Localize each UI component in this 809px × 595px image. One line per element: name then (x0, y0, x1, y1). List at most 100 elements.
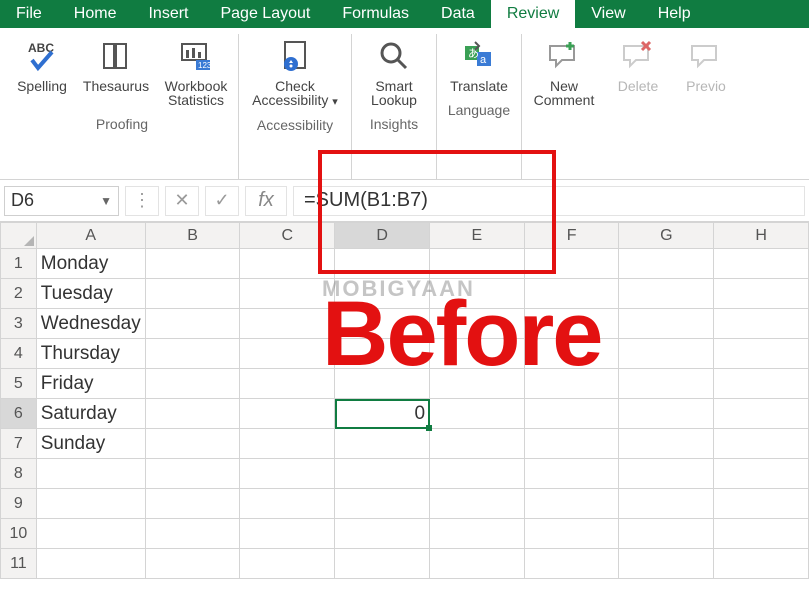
cell-H2[interactable] (714, 279, 809, 309)
translate-button[interactable]: あa Translate (443, 34, 515, 98)
cell-G10[interactable] (619, 519, 714, 549)
cell-A2[interactable]: Tuesday (36, 279, 145, 309)
cell-F6[interactable] (524, 399, 619, 429)
cell-H1[interactable] (714, 249, 809, 279)
cell-C4[interactable] (240, 339, 335, 369)
row-header-8[interactable]: 8 (1, 459, 37, 489)
cell-C3[interactable] (240, 309, 335, 339)
delete-comment-button[interactable]: Delete (608, 34, 668, 98)
row-header-6[interactable]: 6 (1, 399, 37, 429)
cell-D8[interactable] (335, 459, 430, 489)
column-header-F[interactable]: F (524, 223, 619, 249)
cell-A3[interactable]: Wednesday (36, 309, 145, 339)
cell-B1[interactable] (145, 249, 240, 279)
column-header-H[interactable]: H (714, 223, 809, 249)
cell-G1[interactable] (619, 249, 714, 279)
cell-A7[interactable]: Sunday (36, 429, 145, 459)
cell-E8[interactable] (430, 459, 525, 489)
cell-B2[interactable] (145, 279, 240, 309)
cell-F3[interactable] (524, 309, 619, 339)
cell-B4[interactable] (145, 339, 240, 369)
cell-A9[interactable] (36, 489, 145, 519)
cell-E11[interactable] (430, 549, 525, 579)
cell-B9[interactable] (145, 489, 240, 519)
previous-comment-button[interactable]: Previo (676, 34, 736, 98)
cell-A10[interactable] (36, 519, 145, 549)
cell-G6[interactable] (619, 399, 714, 429)
new-comment-button[interactable]: New Comment (528, 34, 600, 112)
cell-C9[interactable] (240, 489, 335, 519)
menu-formulas[interactable]: Formulas (326, 0, 425, 28)
cell-E4[interactable] (430, 339, 525, 369)
menu-page-layout[interactable]: Page Layout (204, 0, 326, 28)
cell-A6[interactable]: Saturday (36, 399, 145, 429)
cell-C8[interactable] (240, 459, 335, 489)
cell-E9[interactable] (430, 489, 525, 519)
column-header-D[interactable]: D (335, 223, 430, 249)
cell-F10[interactable] (524, 519, 619, 549)
cell-B8[interactable] (145, 459, 240, 489)
cell-D10[interactable] (335, 519, 430, 549)
row-header-3[interactable]: 3 (1, 309, 37, 339)
cell-H10[interactable] (714, 519, 809, 549)
cell-B6[interactable] (145, 399, 240, 429)
cell-E10[interactable] (430, 519, 525, 549)
cell-H7[interactable] (714, 429, 809, 459)
cell-G5[interactable] (619, 369, 714, 399)
cell-A1[interactable]: Monday (36, 249, 145, 279)
column-header-G[interactable]: G (619, 223, 714, 249)
enter-formula-button[interactable]: ✓ (205, 186, 239, 216)
cell-G3[interactable] (619, 309, 714, 339)
menu-review[interactable]: Review (491, 0, 575, 28)
cell-F7[interactable] (524, 429, 619, 459)
row-header-5[interactable]: 5 (1, 369, 37, 399)
cell-A8[interactable] (36, 459, 145, 489)
workbook-stats-button[interactable]: 123 Workbook Statistics (160, 34, 232, 112)
column-header-A[interactable]: A (36, 223, 145, 249)
check-accessibility-button[interactable]: Check Accessibility ▾ (245, 34, 345, 113)
cell-B10[interactable] (145, 519, 240, 549)
cell-F11[interactable] (524, 549, 619, 579)
insert-function-button[interactable]: fx (245, 186, 287, 216)
cell-G8[interactable] (619, 459, 714, 489)
cell-D5[interactable] (335, 369, 430, 399)
cell-D6[interactable]: 0 (335, 399, 430, 429)
cell-A5[interactable]: Friday (36, 369, 145, 399)
spreadsheet-grid[interactable]: ABCDEFGH1Monday2Tuesday3Wednesday4Thursd… (0, 222, 809, 579)
cell-C5[interactable] (240, 369, 335, 399)
cell-B7[interactable] (145, 429, 240, 459)
row-header-7[interactable]: 7 (1, 429, 37, 459)
cell-A11[interactable] (36, 549, 145, 579)
row-header-2[interactable]: 2 (1, 279, 37, 309)
row-header-11[interactable]: 11 (1, 549, 37, 579)
row-header-1[interactable]: 1 (1, 249, 37, 279)
cell-G11[interactable] (619, 549, 714, 579)
cancel-formula-button[interactable]: ✕ (165, 186, 199, 216)
cell-F2[interactable] (524, 279, 619, 309)
row-header-4[interactable]: 4 (1, 339, 37, 369)
cell-F1[interactable] (524, 249, 619, 279)
cell-D11[interactable] (335, 549, 430, 579)
smart-lookup-button[interactable]: Smart Lookup (358, 34, 430, 112)
column-header-B[interactable]: B (145, 223, 240, 249)
cell-F4[interactable] (524, 339, 619, 369)
cell-E2[interactable] (430, 279, 525, 309)
menu-home[interactable]: Home (58, 0, 133, 28)
cell-E7[interactable] (430, 429, 525, 459)
cell-C7[interactable] (240, 429, 335, 459)
cell-G7[interactable] (619, 429, 714, 459)
chevron-down-icon[interactable]: ▼ (100, 194, 112, 208)
cell-F9[interactable] (524, 489, 619, 519)
thesaurus-button[interactable]: Thesaurus (80, 34, 152, 98)
cell-D1[interactable] (335, 249, 430, 279)
cell-D2[interactable] (335, 279, 430, 309)
cell-H9[interactable] (714, 489, 809, 519)
cell-F5[interactable] (524, 369, 619, 399)
cell-C11[interactable] (240, 549, 335, 579)
cell-F8[interactable] (524, 459, 619, 489)
cell-H8[interactable] (714, 459, 809, 489)
select-all-corner[interactable] (1, 223, 37, 249)
cell-C1[interactable] (240, 249, 335, 279)
cell-G9[interactable] (619, 489, 714, 519)
formula-bar[interactable]: =SUM(B1:B7) (293, 186, 805, 216)
